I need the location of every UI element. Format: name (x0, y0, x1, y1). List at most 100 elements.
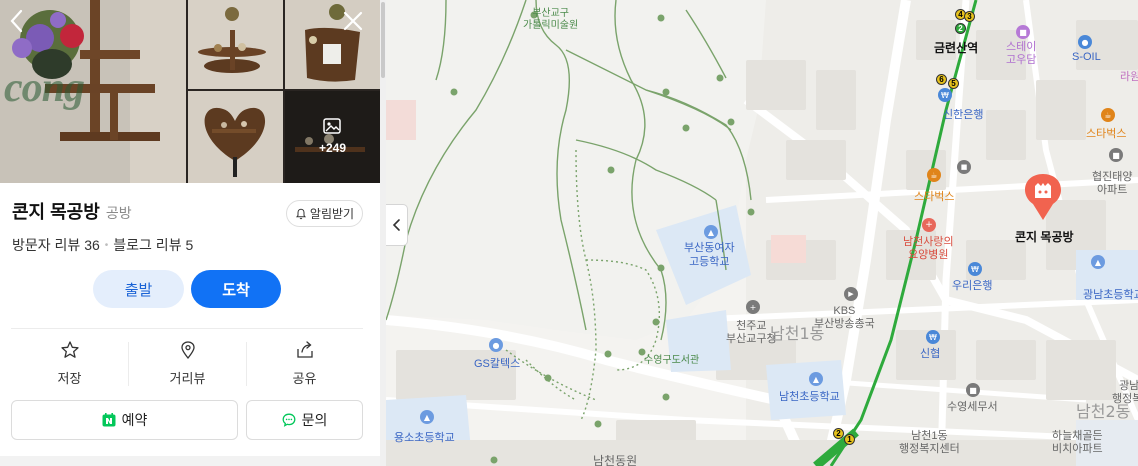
school-icon[interactable]: ▲ (704, 225, 718, 239)
place-marker-label[interactable]: 콘지 목공방 (1015, 228, 1074, 245)
arrive-button[interactable]: 도착 (191, 270, 281, 308)
visitor-review-link[interactable]: 방문자 리뷰 36 (12, 235, 100, 255)
bank-icon[interactable]: ₩ (926, 330, 940, 344)
alarm-button[interactable]: 알림받기 (286, 200, 363, 227)
review-summary: 방문자 리뷰 36 • 블로그 리뷰 5 (12, 235, 193, 255)
map-label-girls-high[interactable]: 부산동여자 고등학교 (684, 241, 735, 269)
street-view-label: 거리뷰 (169, 371, 206, 386)
cafe-icon[interactable]: ☕ (927, 168, 941, 182)
government-icon[interactable]: ■ (966, 383, 980, 397)
place-detail-screen: cong +249 콘지 목공방 공방 알림받기 방문자 리뷰 36 • 블로그… (0, 0, 1138, 466)
place-category: 공방 (105, 205, 132, 221)
map-label-namcheon-elem[interactable]: 남천초등학교 (779, 388, 840, 404)
share-label: 공유 (292, 371, 317, 386)
visitor-review-count: 36 (84, 237, 100, 253)
panel-scrollbar-thumb[interactable] (381, 2, 385, 78)
map-label-shinhan[interactable]: 신한은행 (943, 106, 983, 122)
alarm-label: 알림받기 (309, 207, 355, 221)
save-action[interactable]: 저장 (11, 340, 128, 392)
bell-icon (295, 208, 306, 219)
depart-button[interactable]: 출발 (93, 270, 184, 308)
blog-review-count: 5 (185, 237, 194, 253)
map-label-station[interactable]: 금련산역 (934, 39, 978, 56)
place-title-row: 콘지 목공방 공방 (12, 198, 132, 224)
map-label-library[interactable]: 수영구도서관 (644, 351, 699, 366)
chat-icon (282, 413, 296, 427)
blog-review-link[interactable]: 블로그 리뷰 5 (113, 235, 193, 255)
subway-line-badge: 3 (964, 11, 975, 22)
subway-line-badge: 5 (948, 78, 959, 89)
map-label-gwangnam-elem[interactable]: 광남초등학교 (1083, 286, 1138, 302)
map-view[interactable]: ▲ ● ▲ ▲ ▶ + + ₩ ₩ ₩ ■ ▲ ■ ● ☕ ☕ ■ ■ 부산교구… (385, 0, 1138, 466)
map-label-namcheon-park[interactable]: 남천동원 (593, 452, 637, 466)
gas-station-icon[interactable]: ● (1078, 35, 1092, 49)
hospital-icon[interactable]: + (922, 218, 936, 232)
map-label-s-oil[interactable]: S-OIL (1072, 51, 1101, 63)
bank-icon[interactable]: ₩ (938, 88, 952, 102)
chevron-left-icon (10, 9, 23, 33)
map-label-hyupjin[interactable]: 협진태양 아파트 (1092, 171, 1132, 197)
school-icon[interactable]: ▲ (809, 372, 823, 386)
map-label-gwangnam-admin[interactable]: 광남1행정복지 (1112, 380, 1138, 406)
divider (11, 328, 363, 329)
broadcast-icon[interactable]: ▶ (844, 287, 858, 301)
gallery-photo-3[interactable] (188, 91, 283, 183)
hotel-icon[interactable]: ■ (1016, 25, 1030, 39)
save-label: 저장 (57, 371, 82, 386)
share-icon (296, 341, 313, 358)
marker-pin-icon (1025, 174, 1061, 220)
place-name: 콘지 목공방 (12, 202, 100, 222)
map-label-stay[interactable]: 스테이 고우담 (1006, 41, 1036, 67)
bus-stop-icon: ■ (957, 160, 971, 174)
place-panel: cong +249 콘지 목공방 공방 알림받기 방문자 리뷰 36 • 블로그… (0, 0, 380, 466)
reserve-button[interactable]: 예약 (11, 400, 238, 440)
map-label-rah[interactable]: 라원 (1120, 68, 1138, 84)
photo-icon (323, 118, 341, 134)
school-icon[interactable]: ▲ (420, 410, 434, 424)
map-label-admin-center[interactable]: 남천1동 행정복지센터 (899, 430, 960, 456)
more-photos-overlay[interactable]: +249 (285, 91, 380, 183)
gallery-photo-1[interactable] (188, 0, 283, 89)
close-icon (343, 11, 363, 31)
subway-line-badge: 2 (955, 23, 966, 34)
map-label-hospital[interactable]: 남천사랑의 요양병원 (903, 236, 954, 262)
reserve-label: 예약 (121, 412, 148, 428)
map-label-gs-caltex[interactable]: GS칼텍스 (474, 355, 520, 371)
share-action[interactable]: 공유 (246, 340, 363, 392)
star-icon (60, 341, 79, 358)
chevron-left-icon (392, 219, 400, 231)
back-button[interactable] (6, 8, 28, 34)
subway-line-badge: 2 (833, 428, 844, 439)
close-button[interactable] (340, 8, 366, 34)
street-view-action[interactable]: 거리뷰 (129, 340, 246, 392)
map-label-haneul[interactable]: 하늘채골든 비치아파트 (1052, 430, 1103, 456)
panel-bottom-strip (0, 456, 380, 466)
inquiry-label: 문의 (301, 412, 328, 428)
place-marker[interactable] (1023, 172, 1063, 226)
map-label-starbucks-1[interactable]: 스타벅스 (1086, 125, 1126, 141)
photo-watermark: cong (4, 65, 85, 111)
collapse-panel-button[interactable] (386, 204, 408, 246)
map-label-woori[interactable]: 우리은행 (952, 277, 992, 293)
apartment-icon[interactable]: ■ (1109, 148, 1123, 162)
photo-gallery: cong +249 (0, 0, 380, 183)
subway-line-badge: 6 (936, 74, 947, 85)
inquiry-button[interactable]: 문의 (246, 400, 363, 440)
map-label-namcheon-1dong: 남천1동 (770, 324, 825, 343)
blog-review-label: 블로그 리뷰 (113, 237, 182, 253)
more-photos-count: +249 (318, 141, 347, 155)
map-label-yongso-elem[interactable]: 용소초등학교 (394, 429, 455, 445)
bank-icon[interactable]: ₩ (968, 262, 982, 276)
school-icon[interactable]: ▲ (1091, 255, 1105, 269)
visitor-review-label: 방문자 리뷰 (12, 237, 81, 253)
map-label-starbucks-2[interactable]: 스타벅스 (914, 188, 954, 204)
map-label-shinhyup[interactable]: 신협 (920, 345, 940, 361)
map-label-art-center[interactable]: 부산교구 가톨릭미술원 (523, 8, 578, 32)
location-pin-icon (180, 341, 195, 360)
cafe-icon[interactable]: ☕ (1101, 108, 1115, 122)
gas-station-icon[interactable]: ● (489, 338, 503, 352)
map-label-tax-office[interactable]: 수영세무서 (947, 398, 998, 414)
separator-dot: • (104, 239, 109, 251)
naver-booking-icon (102, 413, 116, 427)
church-icon[interactable]: + (746, 300, 760, 314)
